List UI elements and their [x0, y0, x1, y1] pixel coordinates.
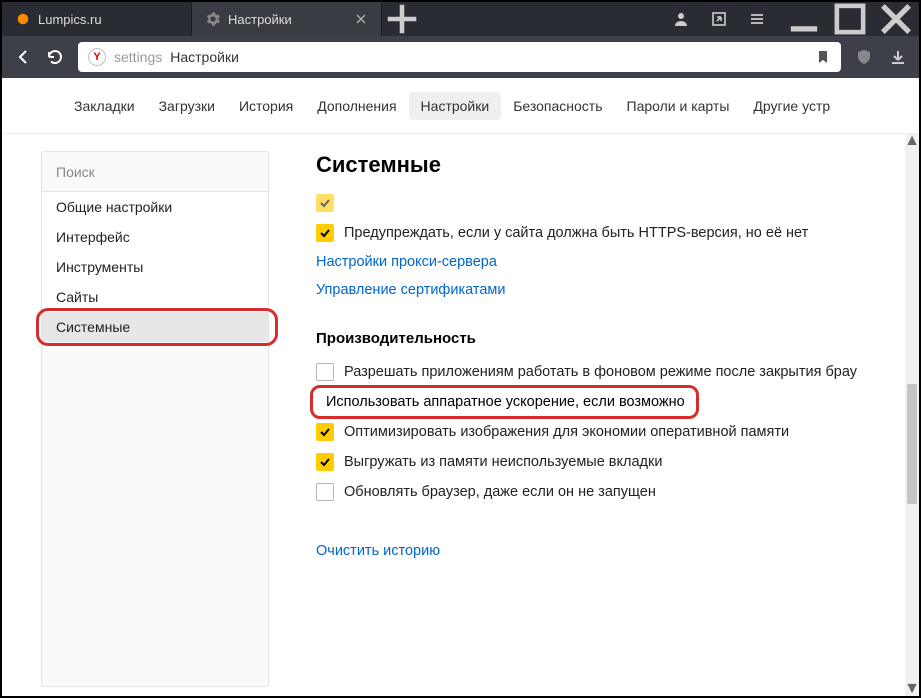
setting-background-apps: Разрешать приложениям работать в фоновом… [316, 357, 911, 387]
setting-update-background: Обновлять браузер, даже если он не запущ… [316, 477, 911, 507]
tab-settings[interactable]: Настройки [192, 2, 382, 36]
bookmark-icon[interactable] [815, 49, 831, 65]
setting-label: Оптимизировать изображения для экономии … [344, 424, 789, 440]
back-button[interactable] [14, 48, 32, 66]
setting-optimize-images: Оптимизировать изображения для экономии … [316, 417, 911, 447]
setting-hardware-accel-highlight: Использовать аппаратное ускорение, если … [316, 387, 693, 417]
sidebar-item-tools[interactable]: Инструменты [42, 252, 268, 282]
scroll-down-icon[interactable]: ▼ [905, 682, 919, 696]
tab-title: Lumpics.ru [38, 12, 177, 27]
checkbox-unchecked[interactable] [316, 363, 334, 381]
titlebar-actions [657, 2, 781, 36]
sidebar-item-general[interactable]: Общие настройки [42, 192, 268, 222]
settings-main-panel: Системные Предупреждать, если у сайта до… [276, 134, 919, 696]
setting-label: Использовать аппаратное ускорение, если … [326, 394, 685, 410]
titlebar-spacer [422, 2, 657, 36]
close-icon[interactable] [355, 13, 367, 25]
orange-circle-icon [16, 12, 30, 26]
section-title: Системные [316, 152, 911, 178]
network-rows-truncated [316, 188, 911, 218]
settings-body: Общие настройки Интерфейс Инструменты Са… [2, 134, 919, 696]
tab-other-devices[interactable]: Другие устр [741, 92, 842, 120]
content-area: Закладки Загрузки История Дополнения Нас… [2, 78, 919, 696]
download-icon[interactable] [889, 48, 907, 66]
setting-label: Выгружать из памяти неиспользуемые вклад… [344, 454, 662, 470]
tab-lumpics[interactable]: Lumpics.ru [2, 2, 192, 36]
setting-label: Разрешать приложениям работать в фоновом… [344, 364, 857, 380]
tab-extensions[interactable]: Дополнения [305, 92, 408, 120]
certificates-link[interactable]: Управление сертификатами [316, 282, 505, 298]
checkbox-checked[interactable] [316, 423, 334, 441]
tab-settings-main[interactable]: Настройки [409, 92, 502, 120]
setting-label: Предупреждать, если у сайта должна быть … [344, 225, 808, 241]
toolbar-extensions [855, 48, 907, 66]
shield-icon[interactable] [855, 48, 873, 66]
clear-history-link[interactable]: Очистить историю [316, 543, 440, 559]
checkbox-unchecked[interactable] [316, 483, 334, 501]
setting-unload-tabs: Выгружать из памяти неиспользуемые вклад… [316, 447, 911, 477]
proxy-settings-link-row: Настройки прокси-сервера [316, 248, 911, 276]
yandex-icon: Y [88, 48, 106, 66]
sidebar-item-system[interactable]: Системные [42, 312, 268, 342]
proxy-settings-link[interactable]: Настройки прокси-сервера [316, 254, 497, 270]
sidebar-item-system-highlight: Системные [42, 312, 268, 342]
setting-https-warn: Предупреждать, если у сайта должна быть … [316, 218, 911, 248]
checkbox-checked[interactable] [316, 453, 334, 471]
tab-history[interactable]: История [227, 92, 305, 120]
setting-row-truncated [316, 188, 911, 218]
scrollbar[interactable]: ▲ ▼ [905, 134, 919, 696]
url-path: Настройки [170, 49, 239, 65]
window-titlebar: Lumpics.ru Настройки [2, 2, 919, 36]
tab-title: Настройки [228, 12, 337, 27]
tab-bookmarks[interactable]: Закладки [62, 92, 147, 120]
reload-button[interactable] [46, 48, 64, 66]
clear-history-link-row: Очистить историю [316, 537, 911, 565]
tab-passwords[interactable]: Пароли и карты [615, 92, 742, 120]
window-minimize-button[interactable] [781, 2, 827, 36]
tab-downloads[interactable]: Загрузки [147, 92, 227, 120]
profile-icon[interactable] [673, 11, 689, 27]
sidebar-search-input[interactable] [42, 152, 268, 192]
setting-label: Обновлять браузер, даже если он не запущ… [344, 484, 656, 500]
launch-icon[interactable] [711, 11, 727, 27]
window-maximize-button[interactable] [827, 2, 873, 36]
performance-heading: Производительность [316, 330, 911, 347]
address-bar[interactable]: Y settings Настройки [78, 42, 841, 72]
scroll-thumb[interactable] [907, 384, 917, 504]
menu-icon[interactable] [749, 11, 765, 27]
tab-security[interactable]: Безопасность [501, 92, 614, 120]
window-close-button[interactable] [873, 2, 919, 36]
settings-sidebar: Общие настройки Интерфейс Инструменты Са… [42, 152, 268, 686]
checkbox-checked[interactable] [316, 224, 334, 242]
certificates-link-row: Управление сертификатами [316, 276, 911, 304]
sidebar-item-sites[interactable]: Сайты [42, 282, 268, 312]
scroll-up-icon[interactable]: ▲ [905, 134, 919, 148]
settings-section-tabs: Закладки Загрузки История Дополнения Нас… [2, 78, 919, 134]
sidebar-item-interface[interactable]: Интерфейс [42, 222, 268, 252]
browser-toolbar: Y settings Настройки [2, 36, 919, 78]
gear-icon [206, 12, 220, 26]
url-protocol: settings [114, 49, 162, 65]
checkbox-checked[interactable] [316, 194, 334, 212]
new-tab-button[interactable] [382, 2, 422, 36]
